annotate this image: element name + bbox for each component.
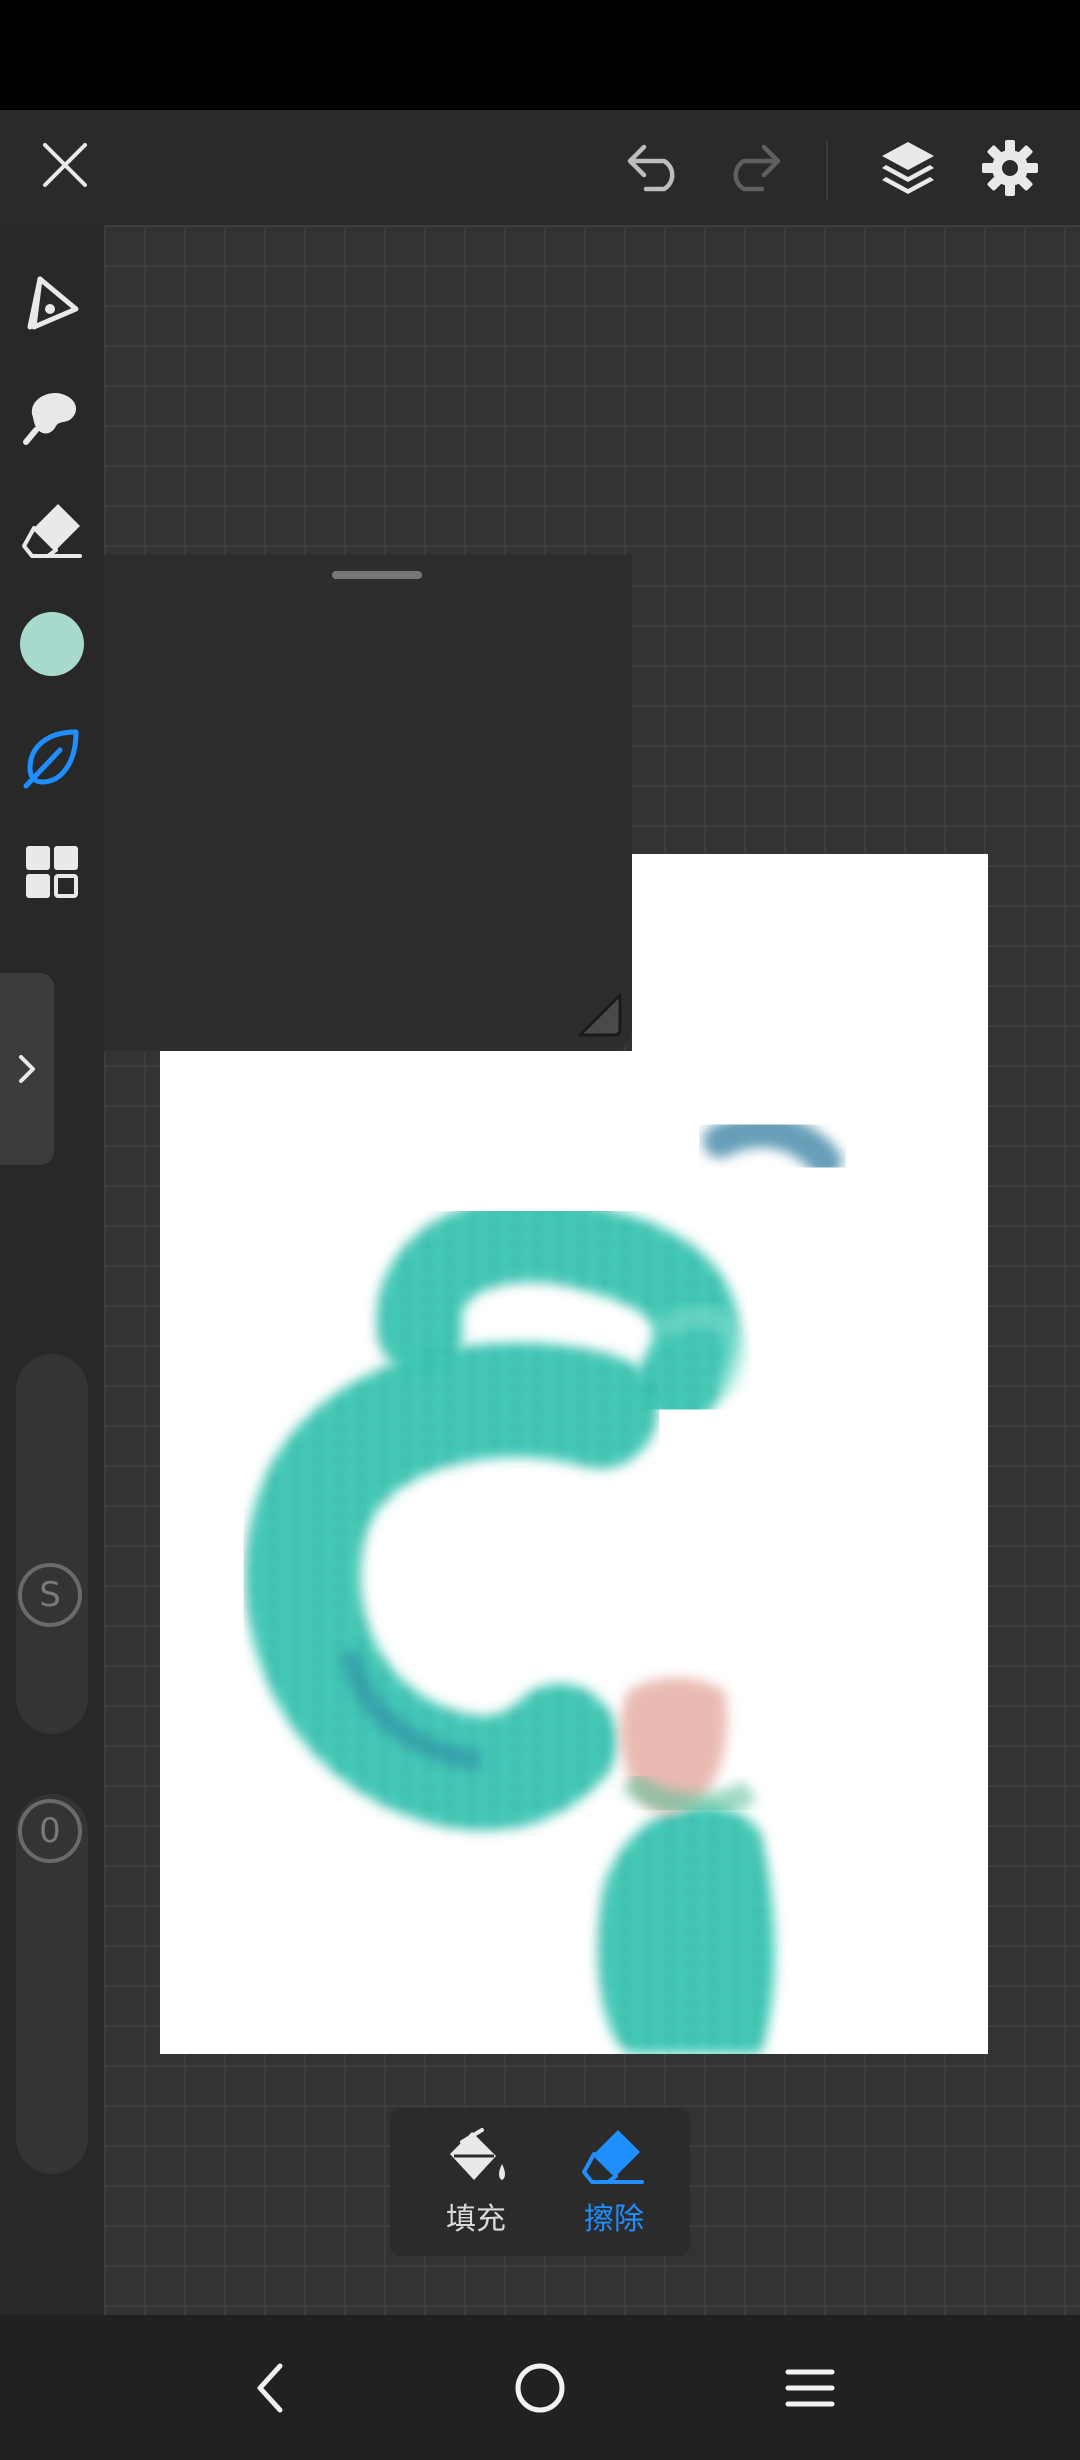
opacity-slider-label: 0 bbox=[39, 1811, 61, 1851]
grid-icon bbox=[26, 846, 78, 898]
opacity-slider-knob[interactable]: 0 bbox=[18, 1799, 82, 1863]
size-slider-label: S bbox=[39, 1575, 61, 1615]
layers-button[interactable] bbox=[868, 128, 948, 208]
eraser-icon bbox=[582, 2130, 644, 2184]
eraser-icon bbox=[22, 504, 82, 558]
leaf-brush-icon bbox=[23, 729, 79, 789]
size-slider-knob[interactable]: S bbox=[18, 1563, 82, 1627]
resize-corner-icon bbox=[578, 993, 622, 1037]
erase-label: 擦除 bbox=[584, 2202, 644, 2237]
redo-button[interactable] bbox=[718, 132, 788, 202]
status-bar bbox=[0, 0, 1080, 110]
toolbar-divider bbox=[826, 140, 828, 200]
color-swatch bbox=[20, 612, 84, 676]
artboard[interactable] bbox=[160, 1051, 988, 2054]
tool-color[interactable] bbox=[12, 604, 92, 684]
tool-eraser[interactable] bbox=[12, 490, 92, 570]
drawing-app-screen: S 0 填充 擦除 bbox=[0, 0, 1080, 2460]
gear-icon bbox=[982, 140, 1038, 196]
system-nav-bar bbox=[0, 2315, 1080, 2460]
settings-button[interactable] bbox=[970, 128, 1050, 208]
tool-brush[interactable] bbox=[12, 718, 92, 798]
back-icon bbox=[257, 2363, 283, 2413]
fill-label: 填充 bbox=[446, 2202, 506, 2237]
top-toolbar bbox=[0, 110, 1080, 225]
brush-popup-panel bbox=[104, 555, 632, 1051]
tool-pen[interactable] bbox=[12, 263, 92, 343]
close-icon bbox=[43, 143, 87, 187]
expand-panel-handle[interactable] bbox=[0, 973, 54, 1165]
chevron-right-icon bbox=[19, 1055, 35, 1083]
tool-smudge[interactable] bbox=[12, 376, 92, 456]
fill-button[interactable]: 填充 bbox=[406, 2108, 546, 2256]
home-icon bbox=[515, 2363, 565, 2413]
erase-button[interactable]: 擦除 bbox=[544, 2108, 684, 2256]
artboard-top-right[interactable] bbox=[632, 854, 988, 1054]
size-slider[interactable] bbox=[16, 1354, 88, 1734]
nav-menu-button[interactable] bbox=[775, 2353, 845, 2423]
smudge-icon bbox=[23, 392, 77, 445]
layers-icon bbox=[882, 142, 934, 194]
panel-drag-handle[interactable] bbox=[332, 571, 422, 579]
tool-gallery[interactable] bbox=[12, 832, 92, 912]
nav-home-button[interactable] bbox=[505, 2353, 575, 2423]
undo-button[interactable] bbox=[620, 132, 690, 202]
nav-back-button[interactable] bbox=[235, 2353, 305, 2423]
fill-erase-popup: 填充 擦除 bbox=[390, 2108, 690, 2256]
pen-nib-icon bbox=[27, 276, 79, 330]
redo-icon bbox=[733, 144, 781, 192]
menu-icon bbox=[785, 2369, 835, 2407]
drawing-strokes bbox=[245, 1113, 842, 2054]
panel-resize-handle[interactable] bbox=[574, 989, 626, 1045]
paint-bucket-icon bbox=[450, 2128, 505, 2180]
undo-icon bbox=[627, 144, 675, 192]
close-button[interactable] bbox=[30, 130, 100, 200]
